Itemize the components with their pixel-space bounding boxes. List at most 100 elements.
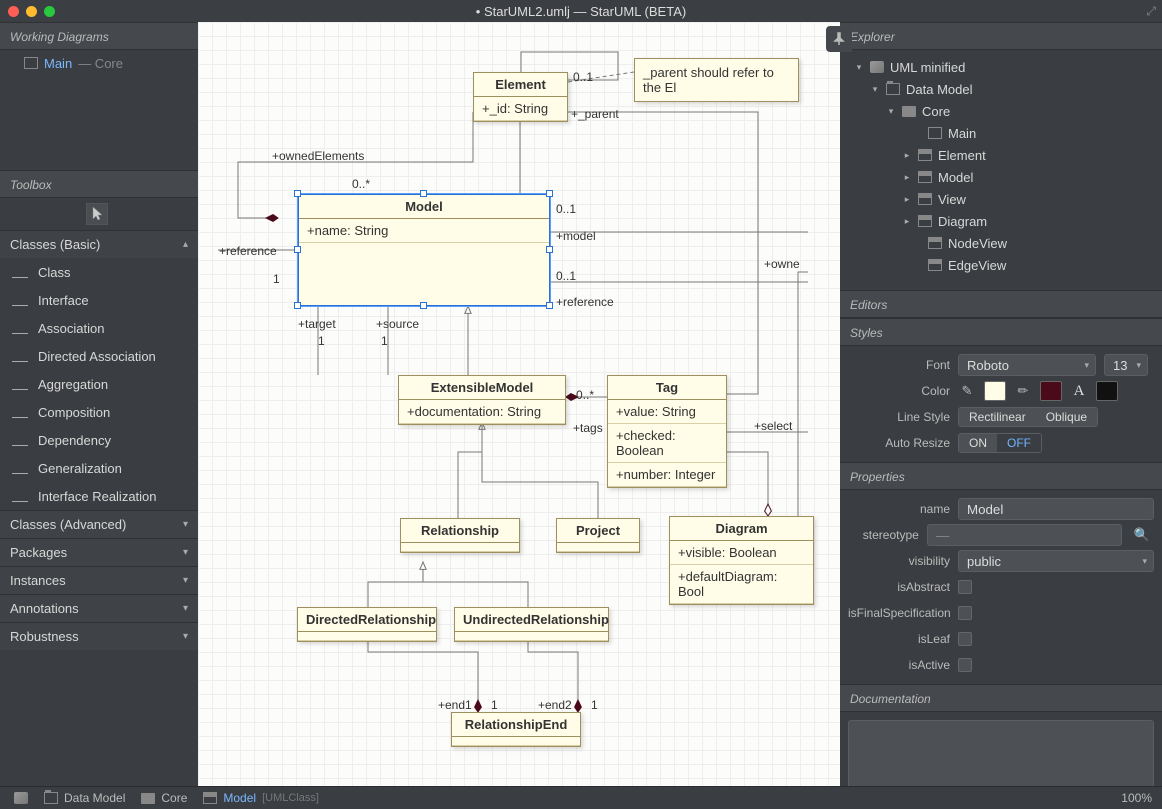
search-icon[interactable]: 🔍 xyxy=(1130,527,1154,543)
toolbox-item-composition[interactable]: Composition xyxy=(0,398,198,426)
pkg-icon xyxy=(886,83,900,95)
fill-color-swatch[interactable] xyxy=(984,381,1006,401)
tree-node-diagram[interactable]: ▸Diagram xyxy=(840,210,1162,232)
uml-class-dirrel[interactable]: DirectedRelationship xyxy=(297,607,437,642)
prop-name-input[interactable] xyxy=(958,498,1154,520)
minimize-window-button[interactable] xyxy=(26,6,37,17)
prop-isleaf-checkbox[interactable] xyxy=(958,632,972,646)
font-family-select[interactable]: Roboto▾ xyxy=(958,354,1096,376)
toolbox-group-classes-advanced-[interactable]: Classes (Advanced)▾ xyxy=(0,510,198,538)
expand-icon[interactable]: ⤢ xyxy=(1146,4,1156,19)
prop-stereotype-input[interactable] xyxy=(927,524,1122,546)
toolbox-group-instances[interactable]: Instances▾ xyxy=(0,566,198,594)
zoom-level[interactable]: 100% xyxy=(1121,791,1152,805)
text-color-swatch[interactable] xyxy=(1096,381,1118,401)
editors-header: Editors xyxy=(840,290,1162,318)
toolbox-header: Toolbox xyxy=(0,170,198,198)
selection-handle[interactable] xyxy=(546,246,553,253)
breadcrumb-root[interactable] xyxy=(10,792,32,804)
prop-visibility-select[interactable]: public▾ xyxy=(958,550,1154,572)
breadcrumb-data-model[interactable]: Data Model xyxy=(40,791,129,805)
working-diagram-name: Main xyxy=(44,56,72,71)
uml-note[interactable]: _parent should refer to the El xyxy=(634,58,799,102)
eyedropper-icon[interactable]: ✎ xyxy=(958,383,976,399)
edge-label: +_parent xyxy=(571,107,619,121)
prop-isactive-label: isActive xyxy=(848,658,950,672)
linestyle-oblique[interactable]: Oblique xyxy=(1036,408,1097,426)
autoresize-on[interactable]: ON xyxy=(959,434,997,452)
edge-label: 0..* xyxy=(576,388,594,402)
toolbox-item-interface-realization[interactable]: Interface Realization xyxy=(0,482,198,510)
canvas-area[interactable]: _parent should refer to the El Element+_i… xyxy=(198,22,840,786)
toolbox-item-directed-association[interactable]: Directed Association xyxy=(0,342,198,370)
uml-class-tag[interactable]: Tag+value: String+checked: Boolean+numbe… xyxy=(607,375,727,488)
pointer-tool[interactable] xyxy=(86,203,108,225)
selection-handle[interactable] xyxy=(294,246,301,253)
tree-node-main[interactable]: Main xyxy=(840,122,1162,144)
toolbox-group-classes-basic-[interactable]: Classes (Basic)▴ xyxy=(0,230,198,258)
font-size-select[interactable]: 13▾ xyxy=(1104,354,1148,376)
uml-class-model[interactable]: Model+name: String xyxy=(298,194,550,306)
toolbox-item-interface[interactable]: Interface xyxy=(0,286,198,314)
tree-node-data-model[interactable]: ▾Data Model xyxy=(840,78,1162,100)
documentation-textarea[interactable] xyxy=(848,720,1154,786)
uml-class-relationship[interactable]: Relationship xyxy=(400,518,520,553)
breadcrumb-core[interactable]: Core xyxy=(137,791,191,805)
class-icon xyxy=(928,259,942,271)
uml-class-extmodel[interactable]: ExtensibleModel+documentation: String xyxy=(398,375,566,425)
tree-node-edgeview[interactable]: EdgeView xyxy=(840,254,1162,276)
edge-label: 1 xyxy=(318,334,325,348)
tree-node-model[interactable]: ▸Model xyxy=(840,166,1162,188)
styles-panel: Font Roboto▾ 13▾ Color ✎ ✏ A Line Style xyxy=(840,346,1162,462)
uml-class-element[interactable]: Element+_id: String xyxy=(473,72,568,122)
tree-node-nodeview[interactable]: NodeView xyxy=(840,232,1162,254)
disclosure-icon: ▾ xyxy=(854,62,864,73)
pin-icon xyxy=(832,32,846,46)
prop-isfinal-checkbox[interactable] xyxy=(958,606,972,620)
text-color-letter[interactable]: A xyxy=(1070,383,1088,400)
edge-label: 1 xyxy=(591,698,598,712)
toolbox-item-aggregation[interactable]: Aggregation xyxy=(0,370,198,398)
autoresize-off[interactable]: OFF xyxy=(997,434,1041,452)
prop-stereotype-label: stereotype xyxy=(848,528,919,542)
diagram-canvas[interactable]: _parent should refer to the El Element+_i… xyxy=(198,22,840,786)
tool-icon xyxy=(12,406,28,418)
uml-class-diagram[interactable]: Diagram+visible: Boolean+defaultDiagram:… xyxy=(669,516,814,605)
line-color-swatch[interactable] xyxy=(1040,381,1062,401)
tool-icon xyxy=(12,378,28,390)
toolbox-item-association[interactable]: Association xyxy=(0,314,198,342)
uml-class-undirrel[interactable]: UndirectedRelationship xyxy=(454,607,609,642)
working-diagram-item[interactable]: Main — Core xyxy=(0,50,198,76)
selection-handle[interactable] xyxy=(420,190,427,197)
linestyle-rectilinear[interactable]: Rectilinear xyxy=(959,408,1036,426)
tree-node-uml-minified[interactable]: ▾UML minified xyxy=(840,56,1162,78)
uml-class-title: Diagram xyxy=(670,517,813,541)
toolbox-group-packages[interactable]: Packages▾ xyxy=(0,538,198,566)
uml-class-title: Project xyxy=(557,519,639,543)
edge-label: 1 xyxy=(381,334,388,348)
close-window-button[interactable] xyxy=(8,6,19,17)
prop-isactive-checkbox[interactable] xyxy=(958,658,972,672)
tree-node-core[interactable]: ▾Core xyxy=(840,100,1162,122)
toolbox-item-dependency[interactable]: Dependency xyxy=(0,426,198,454)
selection-handle[interactable] xyxy=(294,302,301,309)
uml-class-attribute: +name: String xyxy=(299,219,549,243)
tree-node-element[interactable]: ▸Element xyxy=(840,144,1162,166)
prop-isabstract-label: isAbstract xyxy=(848,580,950,594)
uml-class-project[interactable]: Project xyxy=(556,518,640,553)
toolbox-group-robustness[interactable]: Robustness▾ xyxy=(0,622,198,650)
panel-pin-button[interactable] xyxy=(826,26,852,52)
toolbox-item-generalization[interactable]: Generalization xyxy=(0,454,198,482)
prop-isabstract-checkbox[interactable] xyxy=(958,580,972,594)
breadcrumb-model[interactable]: Model[UMLClass] xyxy=(199,791,323,805)
toolbox-item-class[interactable]: Class xyxy=(0,258,198,286)
zoom-window-button[interactable] xyxy=(44,6,55,17)
pencil-icon[interactable]: ✏ xyxy=(1014,383,1032,399)
selection-handle[interactable] xyxy=(294,190,301,197)
selection-handle[interactable] xyxy=(546,190,553,197)
uml-class-relend[interactable]: RelationshipEnd xyxy=(451,712,581,747)
toolbox-group-annotations[interactable]: Annotations▾ xyxy=(0,594,198,622)
selection-handle[interactable] xyxy=(546,302,553,309)
selection-handle[interactable] xyxy=(420,302,427,309)
tree-node-view[interactable]: ▸View xyxy=(840,188,1162,210)
